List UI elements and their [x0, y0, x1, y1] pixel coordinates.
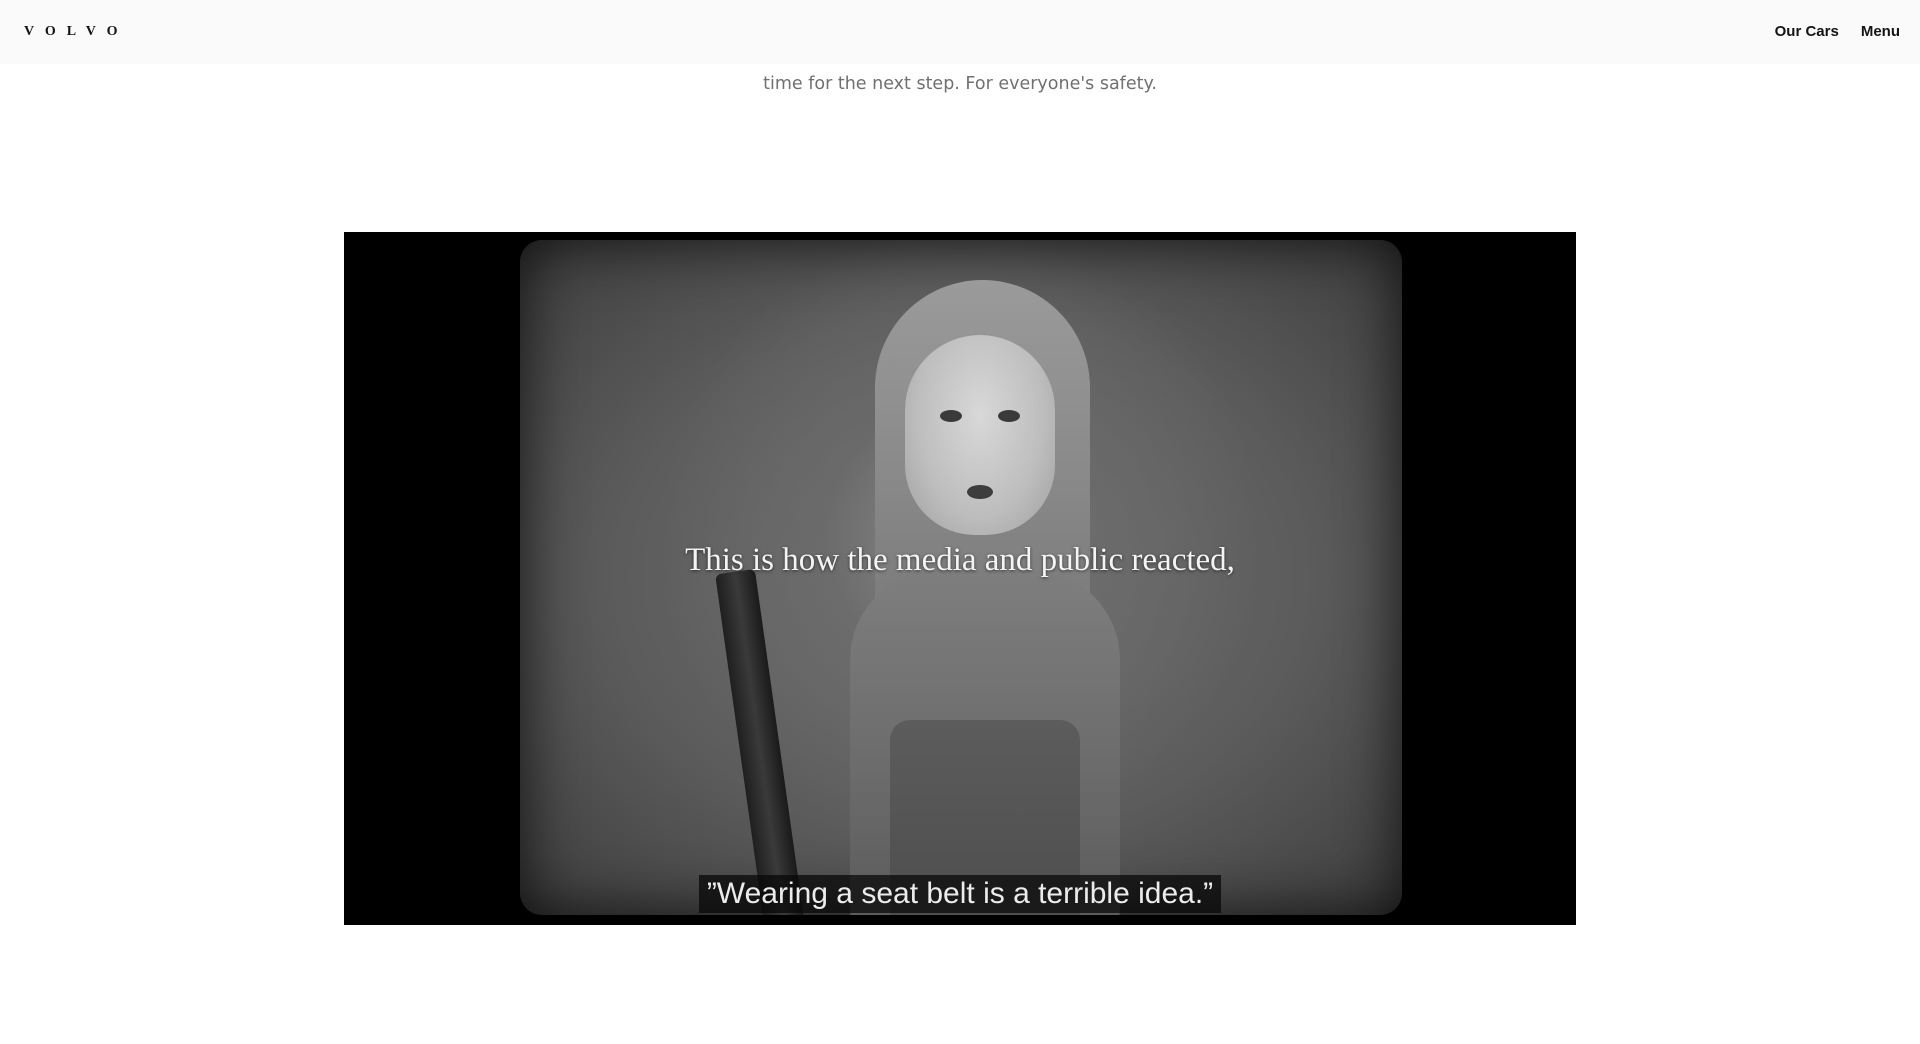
nav-menu-button[interactable]: Menu	[1861, 23, 1900, 40]
video-player[interactable]: This is how the media and public reacted…	[344, 232, 1576, 925]
left-eye-graphic	[940, 410, 962, 422]
intro-line-2: time for the next step. For everyone's s…	[763, 74, 1157, 94]
site-header: VOLVO Our Cars Menu	[0, 0, 1920, 64]
right-eye-graphic	[998, 410, 1020, 422]
girl-face-graphic	[905, 335, 1055, 535]
video-title-overlay: This is how the media and public reacted…	[685, 542, 1235, 578]
video-subtitle: ”Wearing a seat belt is a terrible idea.…	[698, 875, 1222, 913]
header-nav: Our Cars Menu	[1775, 23, 1900, 40]
volvo-logo[interactable]: VOLVO	[24, 24, 129, 40]
chair-graphic	[715, 568, 805, 915]
nav-our-cars-link[interactable]: Our Cars	[1775, 23, 1839, 40]
mouth-graphic	[967, 485, 993, 499]
video-subtitle-container: ”Wearing a seat belt is a terrible idea.…	[344, 875, 1576, 913]
